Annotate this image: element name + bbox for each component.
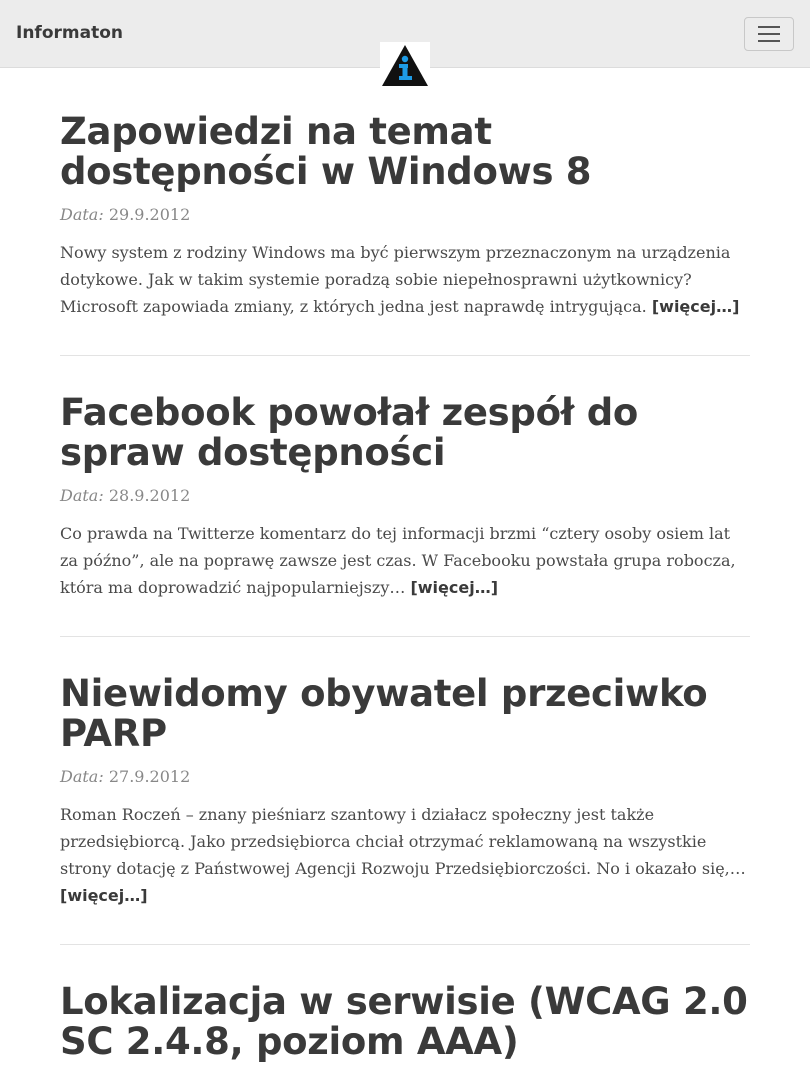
post-item: Facebook powołał zespół do spraw dostępn… [60,393,750,637]
menu-toggle-button[interactable] [744,17,794,51]
brand-link[interactable]: Informaton [16,21,123,45]
post-date: Data: 29.9.2012 [60,204,750,226]
information-triangle-logo-icon [382,45,428,86]
post-date-label: Data: [60,767,104,786]
post-title: Niewidomy obywatel przeciwko PARP [60,674,750,754]
post-date: Data: 27.9.2012 [60,766,750,788]
post-list: Zapowiedzi na temat dostępności w Window… [60,112,750,1080]
post-title-link[interactable]: Lokalizacja w serwisie (WCAG 2.0 SC 2.4.… [60,980,748,1063]
post-date: Data: 28.9.2012 [60,485,750,507]
post-excerpt: Nowy system z rodziny Windows ma być pie… [60,239,750,320]
post-excerpt: Co prawda na Twitterze komentarz do tej … [60,520,750,601]
read-more-link[interactable]: [więcej…] [652,297,740,316]
post-excerpt: Roman Roczeń – znany pieśniarz szantowy … [60,801,750,909]
post-excerpt-text: Co prawda na Twitterze komentarz do tej … [60,524,736,597]
read-more-link[interactable]: [więcej…] [410,578,498,597]
post-item: Lokalizacja w serwisie (WCAG 2.0 SC 2.4.… [60,982,750,1080]
read-more-link[interactable]: [więcej…] [60,886,148,905]
post-item: Zapowiedzi na temat dostępności w Window… [60,112,750,356]
post-title-link[interactable]: Facebook powołał zespół do spraw dostępn… [60,391,638,474]
post-title-link[interactable]: Zapowiedzi na temat dostępności w Window… [60,110,592,193]
post-title: Lokalizacja w serwisie (WCAG 2.0 SC 2.4.… [60,982,750,1062]
post-excerpt-text: Nowy system z rodziny Windows ma być pie… [60,243,731,316]
post-date-label: Data: [60,486,104,505]
post-date-value: 28.9.2012 [108,486,191,505]
post-date-label: Data: [60,205,104,224]
post-title-link[interactable]: Niewidomy obywatel przeciwko PARP [60,672,708,755]
post-excerpt-text: Roman Roczeń – znany pieśniarz szantowy … [60,805,746,878]
post-title: Facebook powołał zespół do spraw dostępn… [60,393,750,473]
site-logo[interactable] [380,42,430,88]
post-date-value: 27.9.2012 [108,767,191,786]
post-item: Niewidomy obywatel przeciwko PARP Data: … [60,674,750,945]
post-date-value: 29.9.2012 [108,205,191,224]
post-title: Zapowiedzi na temat dostępności w Window… [60,112,750,192]
hamburger-menu-icon [758,26,780,42]
